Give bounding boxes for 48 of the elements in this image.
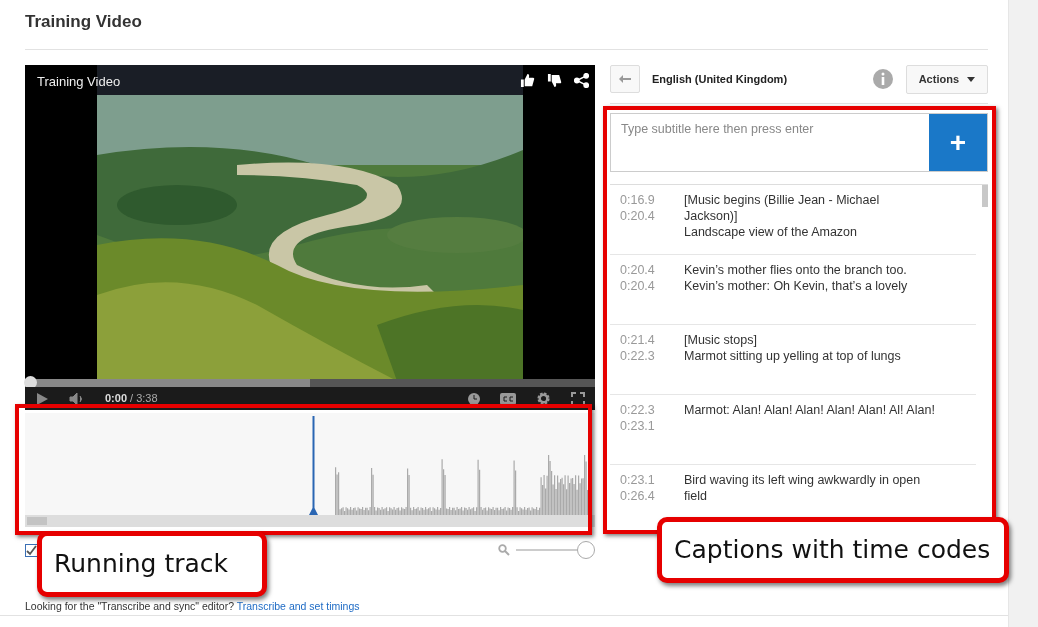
time-code: 0:20.4 [620,278,655,294]
transcribe-link[interactable]: Transcribe and set timings [236,600,360,612]
volume-icon[interactable] [69,391,85,406]
time-code: 0:16.9 [620,192,655,208]
playhead[interactable] [308,416,318,515]
time-code: 0:20.4 [620,262,655,278]
video-player[interactable]: Training Video 0:00 / 3:38 [25,65,595,410]
fullscreen-icon[interactable] [571,391,585,406]
subtitle-input[interactable]: Type subtitle here then press enter + [610,113,988,172]
annotation-callout: Captions with time codes [657,517,1009,583]
share-icon[interactable] [574,73,589,88]
language-label: English (United Kingdom) [652,71,788,87]
thumbs-down-icon[interactable] [547,73,562,88]
caption-text[interactable]: Landscape view of the Amazon [684,224,936,240]
caption-text[interactable]: Marmot: Alan! Alan! Alan! Alan! Alan! Al! Alan! [684,402,936,418]
thumbs-up-icon[interactable] [520,73,535,88]
zoom-icon [498,544,510,556]
back-button[interactable] [610,65,640,93]
add-button[interactable]: + [929,114,987,171]
page-title: Training Video [25,11,143,33]
scroll-thumb[interactable] [27,517,47,525]
caption-text[interactable]: Bird waving its left wing awkwardly in open field [684,472,936,504]
caption-text[interactable]: [Music begins (Billie Jean - Michael Jackson)] [684,192,936,224]
duration: / 3:38 [130,391,158,407]
caption-text[interactable]: [Music stops] [684,332,936,348]
time-code: 0:26.4 [620,488,655,504]
time-code: 0:22.3 [620,402,655,418]
caption-text[interactable]: Marmot sitting up yelling at top of lungs [684,348,936,364]
zoom-slider-thumb[interactable] [577,541,595,559]
captions-icon[interactable] [500,392,516,405]
time-code: 0:23.1 [620,472,655,488]
time-code: 0:21.4 [620,332,655,348]
back-arrow-icon [619,75,631,83]
scroll-thumb[interactable] [982,185,988,207]
play-icon[interactable] [35,391,49,406]
time-code: 0:22.3 [620,348,655,364]
editor-hint: Looking for the "Transcribe and sync" editor? [25,600,234,612]
settings-icon[interactable] [536,391,551,406]
caption-text[interactable]: Kevin’s mother flies onto the branch too. [684,262,936,278]
clock-icon[interactable] [468,392,480,405]
caption-text[interactable]: Kevin’s mother: Oh Kevin, that’s a lovely [684,278,936,294]
actions-button[interactable]: Actions [905,64,988,94]
time-code: 0:20.4 [620,208,655,224]
current-time: 0:00 [105,391,128,407]
time-code: 0:23.1 [620,418,655,434]
video-title: Training Video [37,73,121,91]
zoom-slider[interactable] [516,541,595,559]
caret-icon [967,76,975,82]
